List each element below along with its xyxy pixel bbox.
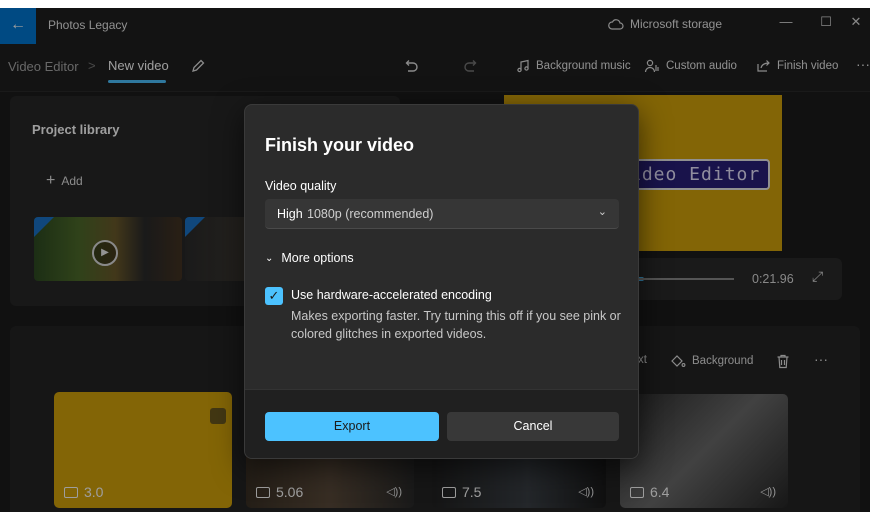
dialog-footer: Export Cancel xyxy=(245,389,638,458)
hardware-encoding-description: Makes exporting faster. Try turning this… xyxy=(291,309,621,341)
more-options-label: More options xyxy=(281,251,354,265)
cancel-button[interactable]: Cancel xyxy=(447,412,619,441)
finish-video-dialog: Finish your video Video quality High 108… xyxy=(244,104,639,459)
quality-value-strong: High xyxy=(277,207,303,221)
video-quality-dropdown[interactable]: High 1080p (recommended) ⌄ xyxy=(265,199,619,229)
dialog-title: Finish your video xyxy=(265,135,415,155)
video-quality-label: Video quality xyxy=(265,179,337,193)
photos-legacy-app: ← Photos Legacy Microsoft storage — ☐ ✕ … xyxy=(0,8,870,512)
hardware-encoding-checkbox[interactable]: ✓ xyxy=(265,287,283,305)
checkmark-icon: ✓ xyxy=(268,288,280,303)
chevron-down-icon: ⌄ xyxy=(597,206,607,218)
export-button[interactable]: Export xyxy=(265,412,439,441)
chevron-down-icon: ⌄ xyxy=(265,252,274,264)
quality-value-detail: 1080p (recommended) xyxy=(307,207,434,221)
hardware-encoding-label[interactable]: Use hardware-accelerated encoding xyxy=(291,288,492,302)
more-options-toggle[interactable]: ⌄ More options xyxy=(265,251,354,265)
